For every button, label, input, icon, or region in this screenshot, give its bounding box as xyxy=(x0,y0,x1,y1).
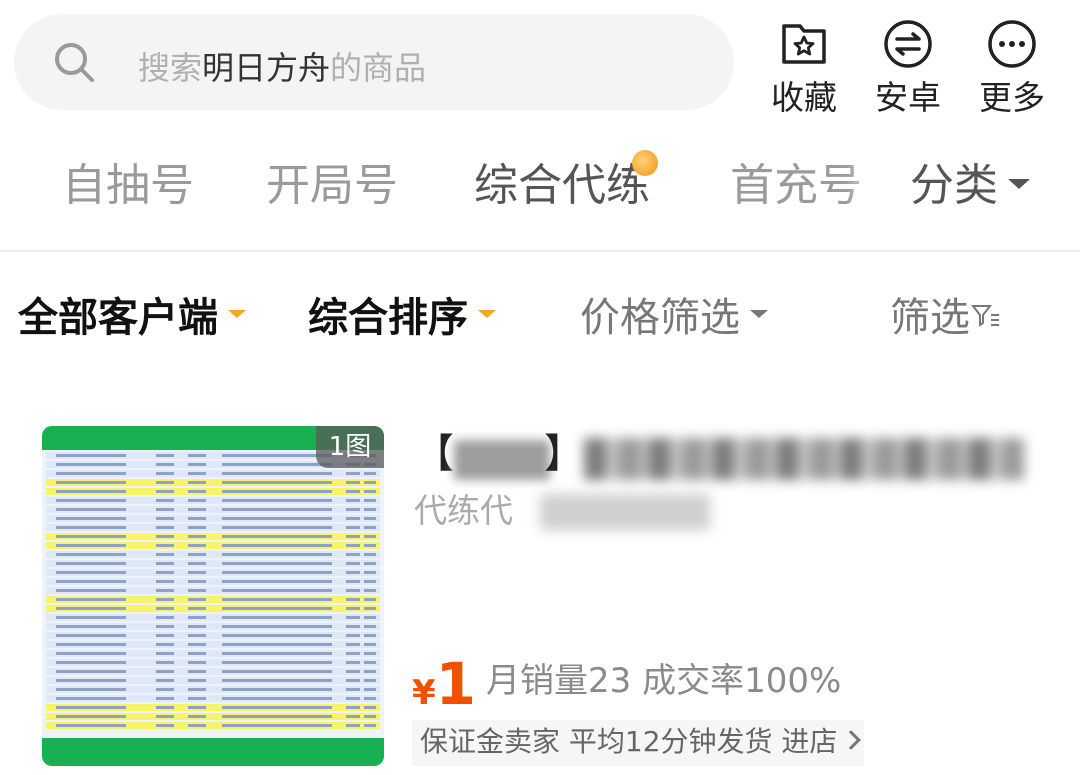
divider xyxy=(0,250,1080,252)
category-tabs: 自抽号 开局号 综合代练 首充号 分类 xyxy=(0,140,1080,250)
search-bar[interactable]: 搜索明日方舟的商品 xyxy=(14,14,734,110)
client-filter[interactable]: 全部客户端 xyxy=(18,298,246,338)
favorite-button[interactable]: 收藏 xyxy=(758,18,850,116)
hot-dot-icon xyxy=(632,150,658,176)
sort-filter[interactable]: 综合排序 xyxy=(308,298,496,338)
search-icon xyxy=(55,43,94,82)
filter-bar: 全部客户端 综合排序 价格筛选 筛选 xyxy=(0,290,1080,350)
more-filter[interactable]: 筛选 xyxy=(890,298,1000,338)
filter-funnel-icon xyxy=(970,305,999,327)
chevron-right-icon xyxy=(841,730,861,750)
product-thumbnail[interactable] xyxy=(42,426,384,766)
price-table-image xyxy=(46,452,380,731)
android-button[interactable]: 安卓 xyxy=(862,18,954,116)
android-platform-icon xyxy=(884,20,932,68)
tab-self-draw[interactable]: 自抽号 xyxy=(62,164,194,208)
product-subtitle: 代练代 xyxy=(414,491,513,530)
more-icon xyxy=(988,20,1036,68)
caret-down-icon xyxy=(750,310,768,318)
image-count-badge: 1图 xyxy=(316,426,384,468)
redacted-text xyxy=(454,440,550,480)
shop-info-text: 保证金卖家 平均12分钟发货 进店 xyxy=(420,725,838,758)
product-title[interactable]: 【 】 xyxy=(414,430,1024,482)
category-dropdown[interactable]: 分类 xyxy=(910,164,1030,208)
tab-boosting[interactable]: 综合代练 xyxy=(474,150,658,208)
favorite-folder-icon xyxy=(782,24,826,64)
shop-info-bar[interactable]: 保证金卖家 平均12分钟发货 进店 xyxy=(412,720,864,766)
more-label: 更多 xyxy=(979,78,1045,117)
android-label: 安卓 xyxy=(875,78,941,117)
favorite-label: 收藏 xyxy=(771,78,837,117)
tab-first-recharge[interactable]: 首充号 xyxy=(730,164,862,208)
search-placeholder: 搜索明日方舟的商品 xyxy=(138,49,427,87)
redacted-text xyxy=(540,494,710,530)
caret-down-icon xyxy=(228,310,246,318)
more-button[interactable]: 更多 xyxy=(966,18,1058,116)
chevron-down-icon xyxy=(1008,179,1030,189)
caret-down-icon xyxy=(478,310,496,318)
redacted-text xyxy=(584,438,1024,480)
price-filter[interactable]: 价格筛选 xyxy=(580,298,768,338)
tab-starter-account[interactable]: 开局号 xyxy=(266,164,398,208)
product-price: ¥1 xyxy=(412,650,477,718)
sales-stats: 月销量23 成交率100% xyxy=(486,661,842,701)
